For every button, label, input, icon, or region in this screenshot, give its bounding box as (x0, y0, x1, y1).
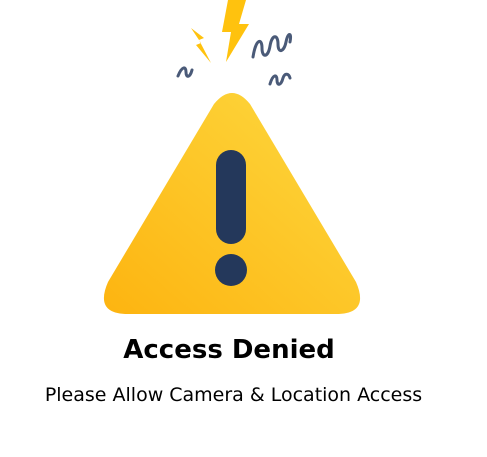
exclamation-bar (216, 150, 246, 244)
squiggle-small-left-icon (176, 66, 194, 78)
squiggle-small-right-icon (268, 72, 292, 86)
lightning-bolt-icon (222, 0, 249, 62)
warning-triangle-icon (103, 93, 361, 314)
small-lightning-bolt-icon (191, 28, 211, 63)
page-title: Access Denied (123, 335, 335, 365)
exclamation-dot (215, 254, 247, 286)
warning-illustration (103, 0, 361, 314)
permission-message: Please Allow Camera & Location Access (44, 384, 423, 406)
squiggle-icon (251, 33, 292, 59)
